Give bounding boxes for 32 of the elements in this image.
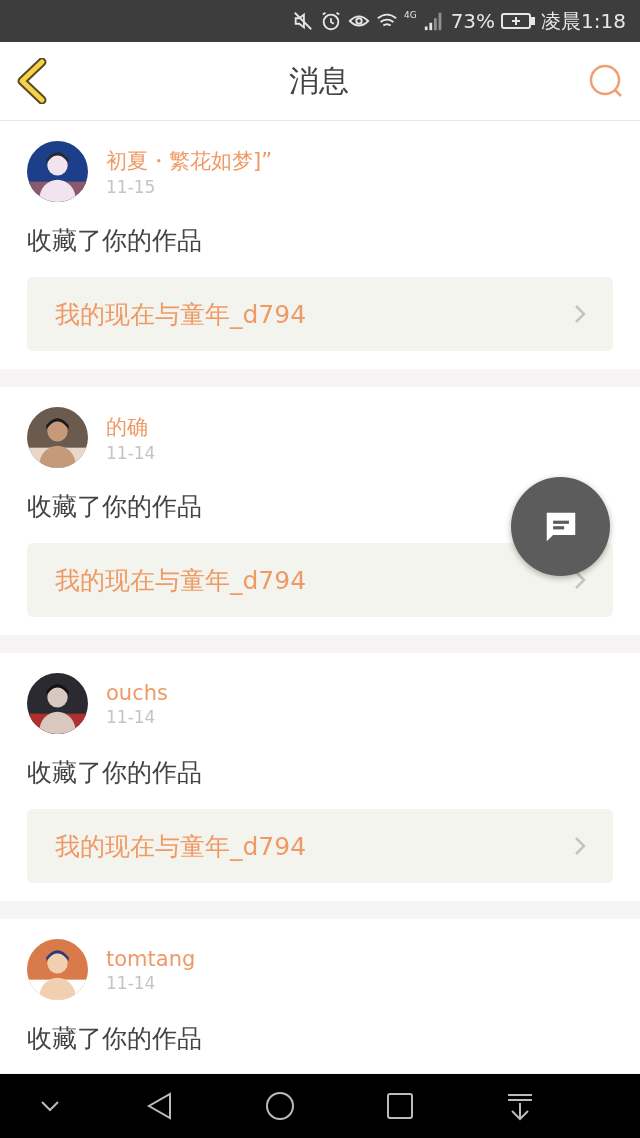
message-date: 11-14 bbox=[106, 706, 157, 727]
work-title: 我的现在与童年_d794 bbox=[55, 298, 307, 331]
work-link[interactable]: 我的现在与童年_d794 bbox=[27, 809, 613, 883]
work-link[interactable]: 我的现在与童年_d794 bbox=[27, 277, 613, 351]
clock: 凌晨1:18 bbox=[541, 7, 626, 35]
battery-level: 73% bbox=[450, 9, 496, 33]
mute-icon bbox=[291, 10, 314, 32]
message-text: 收藏了你的作品 bbox=[27, 757, 203, 789]
message-card[interactable]: tomtang 11-14 收藏了你的作品 bbox=[0, 919, 640, 1073]
battery-icon bbox=[501, 11, 536, 31]
recents-icon[interactable] bbox=[384, 1090, 416, 1122]
message-card[interactable]: 的确 11-14 收藏了你的作品 我的现在与童年_d794 bbox=[0, 387, 640, 635]
user-name[interactable]: tomtang bbox=[106, 946, 196, 971]
network-label: 4G bbox=[403, 10, 417, 20]
work-title: 我的现在与童年_d794 bbox=[55, 830, 307, 863]
message-card[interactable]: ouchs 11-14 收藏了你的作品 我的现在与童年_d794 bbox=[0, 653, 640, 901]
message-date: 11-15 bbox=[106, 176, 157, 197]
user-name[interactable]: 初夏・繁花如梦]” bbox=[106, 146, 273, 175]
home-icon[interactable] bbox=[264, 1090, 296, 1122]
user-name[interactable]: ouchs bbox=[106, 680, 168, 705]
message-text: 收藏了你的作品 bbox=[27, 225, 203, 257]
user-name[interactable]: 的确 bbox=[106, 412, 156, 441]
work-title: 我的现在与童年_d794 bbox=[55, 564, 307, 597]
message-text: 收藏了你的作品 bbox=[27, 491, 203, 523]
work-link[interactable]: 我的现在与童年_d794 bbox=[27, 543, 613, 617]
message-text: 收藏了你的作品 bbox=[27, 1023, 203, 1055]
chevron-icon bbox=[573, 835, 587, 857]
chevron-icon bbox=[573, 303, 587, 325]
message-date: 11-14 bbox=[106, 972, 157, 993]
page-title: 消息 bbox=[289, 61, 349, 100]
message-date: 11-14 bbox=[106, 442, 156, 463]
message-card[interactable]: 初夏・繁花如梦]” 11-15 收藏了你的作品 我的现在与童年_d794 bbox=[0, 121, 640, 369]
